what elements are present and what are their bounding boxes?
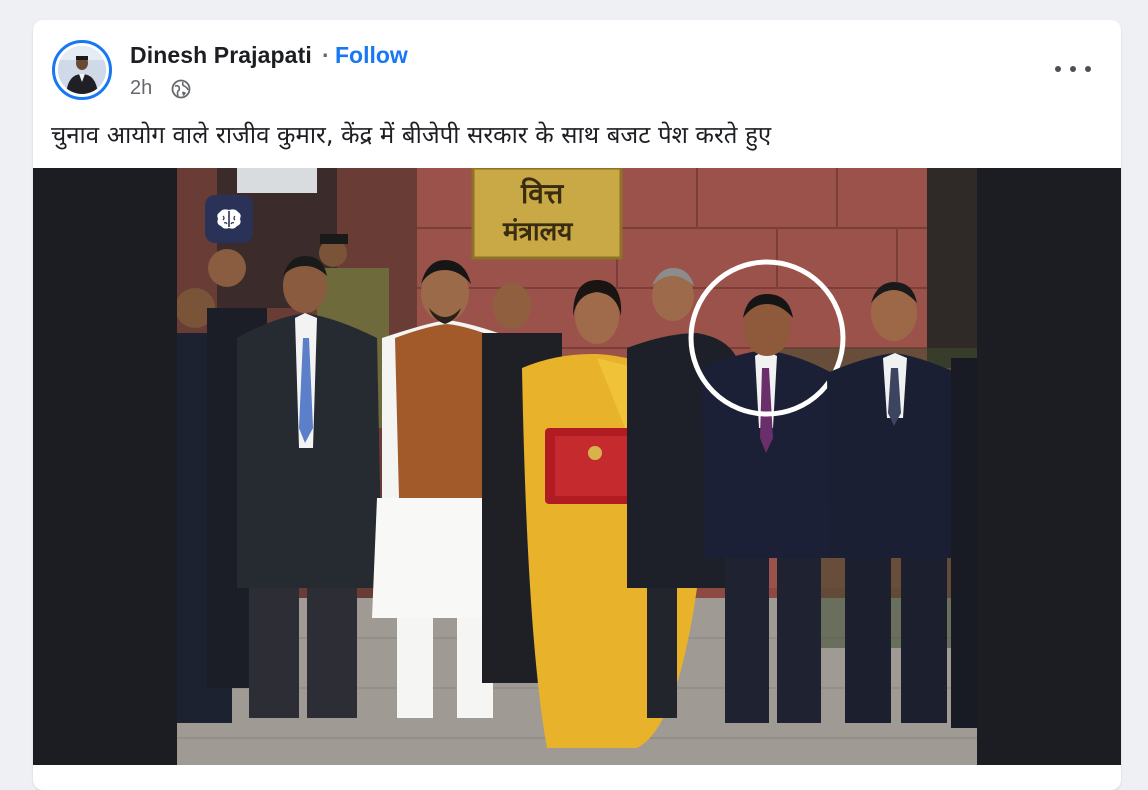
follow-button[interactable]: Follow	[335, 42, 408, 69]
post-header: Dinesh Prajapati · Follow 2h चुनाव आयोग …	[33, 20, 1121, 168]
author-avatar[interactable]	[52, 40, 112, 100]
plaque-line-2: मंत्रालय	[503, 217, 573, 247]
post-photo[interactable]: वित्त मंत्रालय	[33, 168, 1121, 765]
more-options-icon[interactable]	[1055, 56, 1091, 82]
plaque-line-1: वित्त	[521, 177, 564, 210]
photo-image	[177, 168, 977, 765]
avatar-image	[58, 46, 106, 94]
separator-dot: ·	[322, 42, 330, 68]
post-caption: चुनाव आयोग वाले राजीव कुमार, केंद्र में …	[51, 121, 772, 149]
post-timestamp[interactable]: 2h	[130, 77, 152, 100]
brain-icon	[205, 195, 253, 243]
globe-icon	[171, 79, 191, 104]
author-name[interactable]: Dinesh Prajapati	[130, 42, 312, 69]
post-card: Dinesh Prajapati · Follow 2h चुनाव आयोग …	[33, 20, 1121, 790]
